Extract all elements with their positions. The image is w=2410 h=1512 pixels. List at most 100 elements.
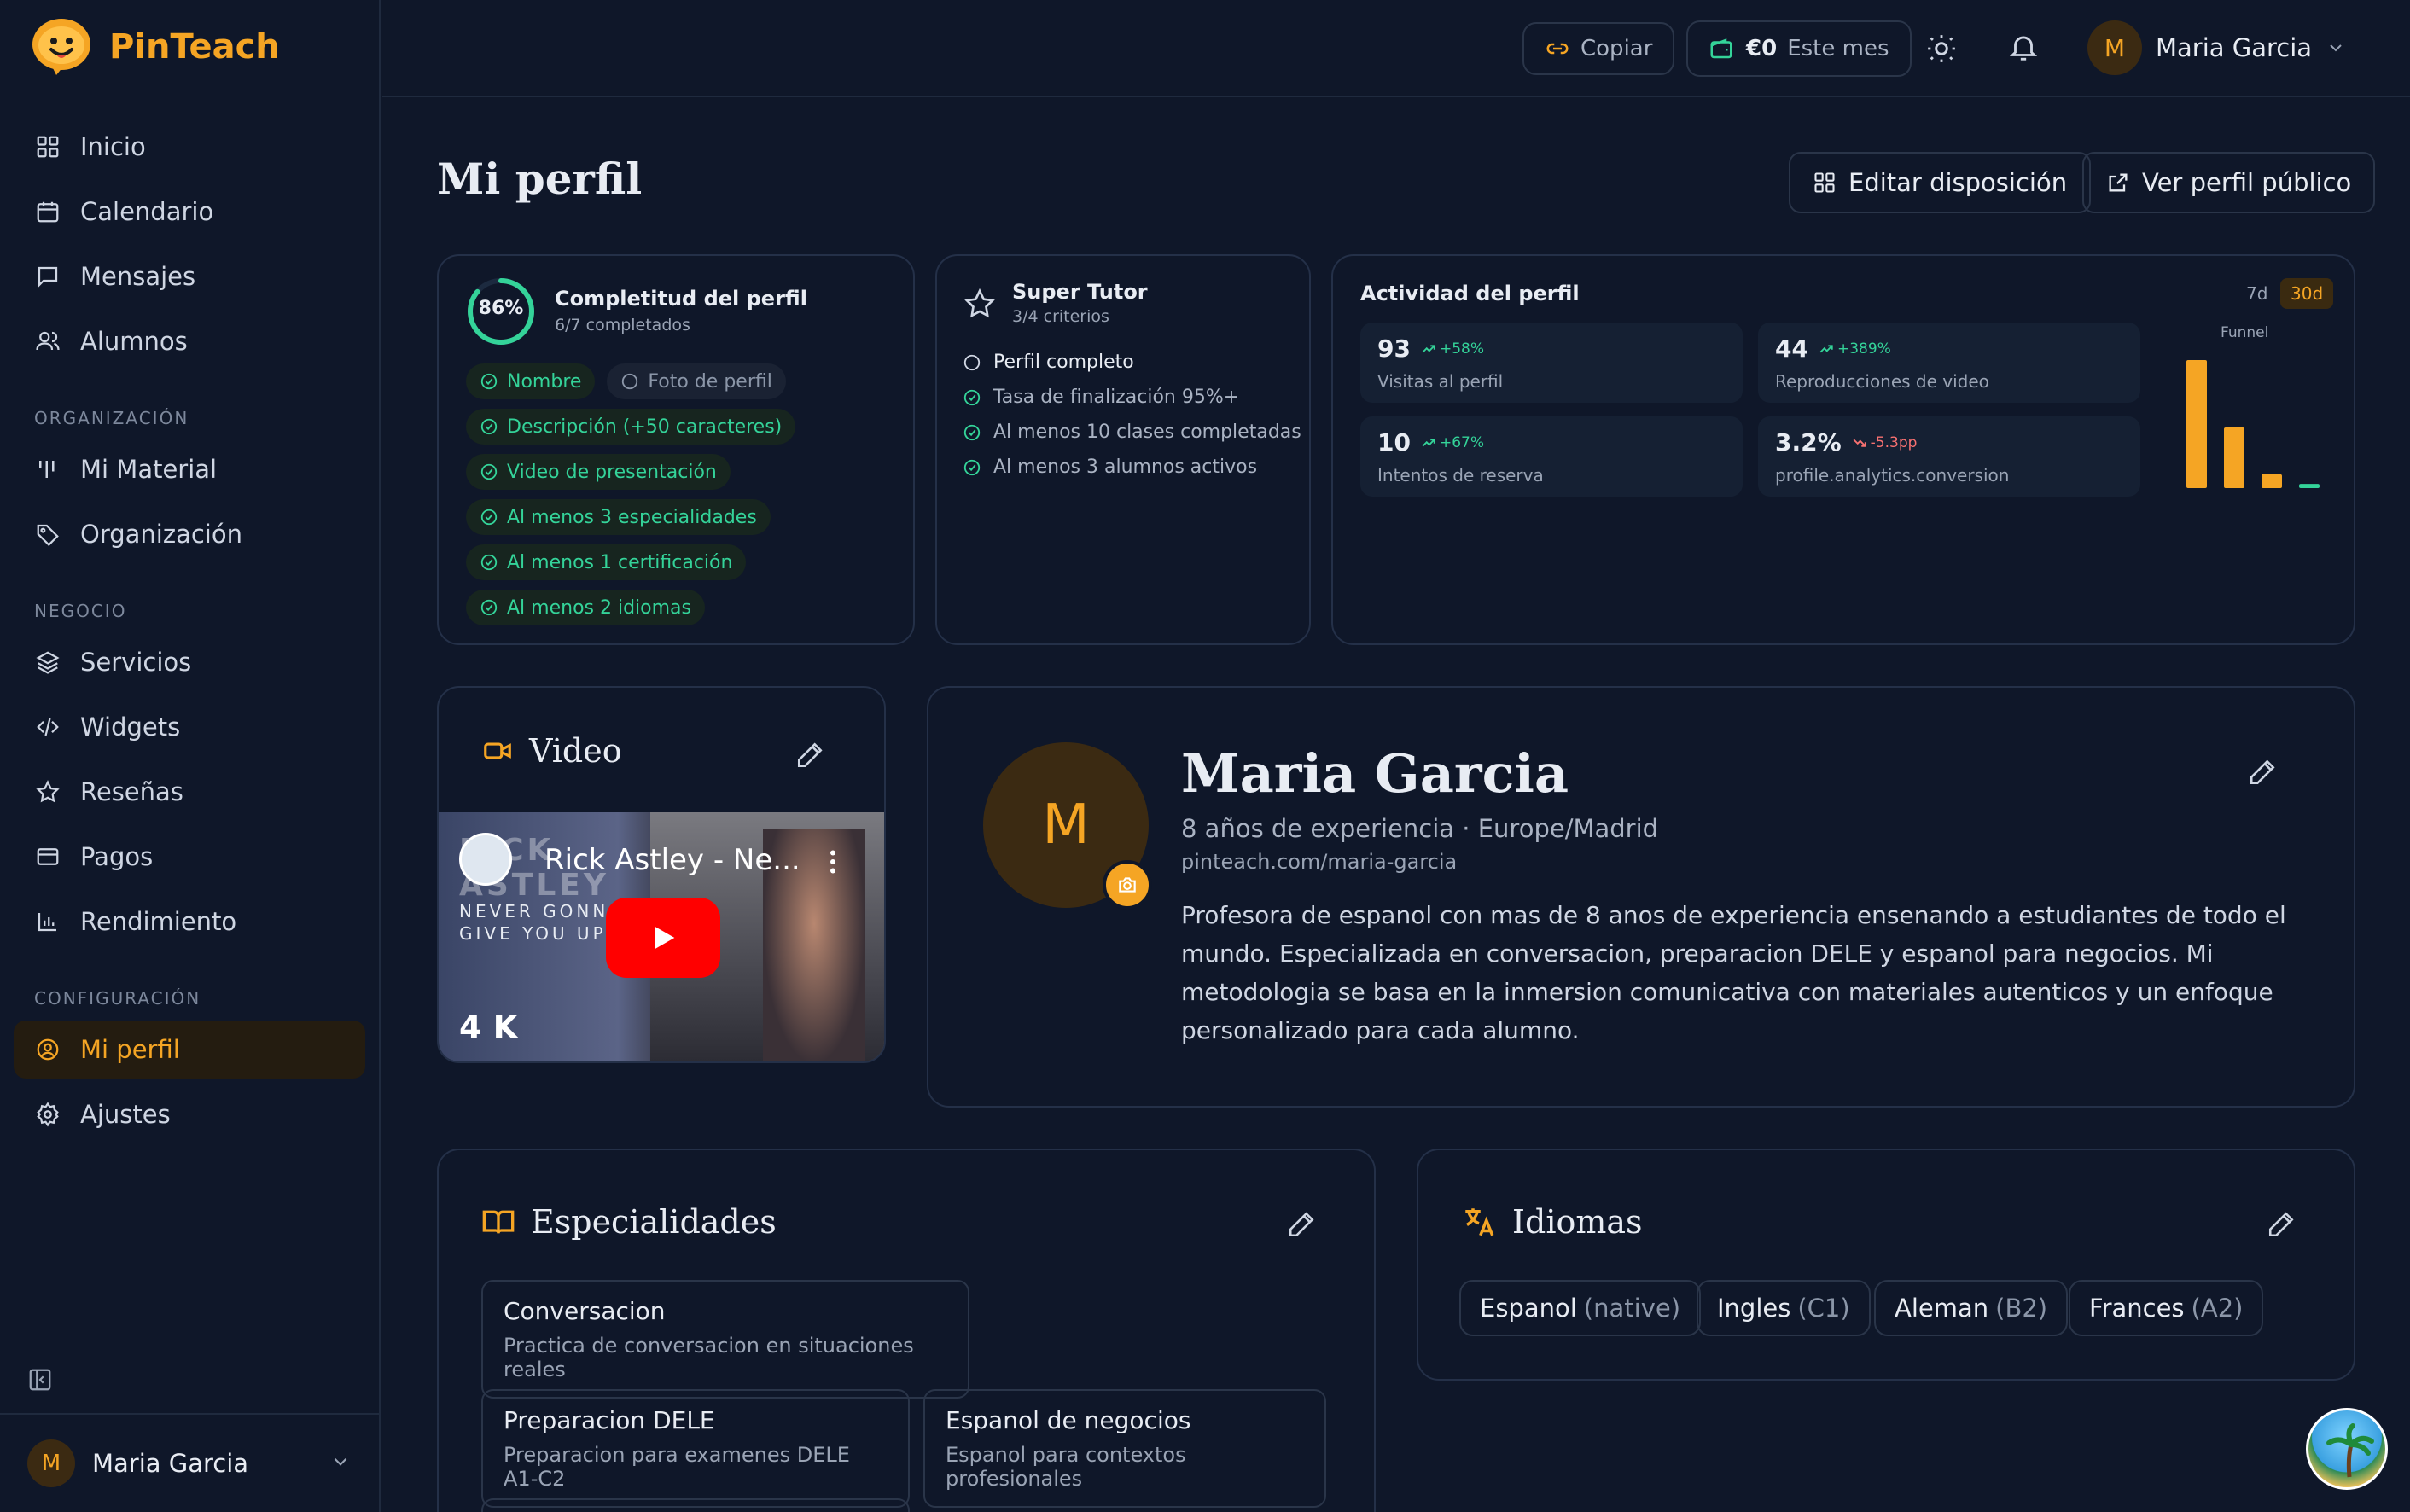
sidebar-user-name: Maria Garcia — [92, 1449, 249, 1478]
edit-profile-button[interactable] — [2248, 758, 2277, 787]
profile-name: Maria Garcia — [1181, 742, 1569, 805]
range-7d-button[interactable]: 7d — [2239, 278, 2274, 309]
app-logo[interactable]: PinTeach — [31, 17, 280, 77]
more-options-icon[interactable] — [818, 846, 848, 877]
stat-label: Intentos de reserva — [1377, 465, 1544, 486]
grid-icon — [34, 133, 61, 160]
video-quality-badge: 4 K — [459, 1009, 519, 1046]
play-button[interactable] — [606, 898, 720, 978]
range-30d-button[interactable]: 30d — [2280, 278, 2334, 309]
language-name: Ingles — [1717, 1294, 1791, 1323]
layers-icon — [34, 648, 61, 676]
language-pill[interactable]: Ingles (C1) — [1697, 1280, 1871, 1336]
collapse-sidebar-button[interactable] — [27, 1367, 53, 1393]
sidebar-item-resenas[interactable]: Reseñas — [14, 763, 365, 821]
sidebar-item-label: Rendimiento — [80, 907, 237, 936]
sidebar-item-pagos[interactable]: Pagos — [14, 828, 365, 886]
sidebar-item-mensajes[interactable]: Mensajes — [14, 247, 365, 305]
languages-title-text: Idiomas — [1512, 1203, 1643, 1241]
sidebar-item-calendario[interactable]: Calendario — [14, 183, 365, 241]
logo-icon — [32, 19, 90, 75]
specialty-item-partial[interactable] — [481, 1498, 910, 1512]
sidebar-item-label: Mi perfil — [80, 1035, 180, 1064]
channel-avatar[interactable] — [459, 833, 512, 886]
completeness-percent: 86% — [478, 298, 524, 319]
video-camera-icon — [481, 735, 514, 767]
language-pill[interactable]: Espanol (native) — [1459, 1280, 1702, 1336]
chip-nombre[interactable]: Nombre — [466, 363, 596, 399]
avatar: M — [2087, 20, 2142, 75]
stat-conversion: 3.2% -5.3pp profile.analytics.conversion — [1758, 416, 2140, 497]
sidebar-item-mi-material[interactable]: Mi Material — [14, 440, 365, 498]
page-title: Mi perfil — [437, 154, 643, 204]
sidebar-item-inicio[interactable]: Inicio — [14, 118, 365, 176]
view-public-profile-button[interactable]: Ver perfil público — [2082, 152, 2376, 213]
bar-chart-icon — [34, 908, 61, 935]
sidebar-item-mi-perfil[interactable]: Mi perfil — [14, 1021, 365, 1079]
profile-url[interactable]: pinteach.com/maria-garcia — [1181, 850, 1457, 874]
sidebar-item-organizacion[interactable]: Organización — [14, 505, 365, 563]
criterion-item: Al menos 3 alumnos activos — [963, 450, 1301, 485]
public-profile-label: Ver perfil público — [2142, 168, 2352, 197]
pencil-icon — [1289, 1212, 1314, 1237]
specialty-item[interactable]: Conversacion Practica de conversacion en… — [481, 1280, 969, 1399]
assistant-bubble[interactable] — [2306, 1408, 2388, 1490]
change-photo-button[interactable] — [1103, 860, 1152, 910]
specialty-desc: Espanol para contextos profesionales — [946, 1443, 1186, 1491]
completeness-title: Completitud del perfil — [555, 287, 807, 311]
language-level: (B2) — [1995, 1294, 2048, 1323]
sidebar-user-menu[interactable]: M Maria Garcia — [0, 1413, 381, 1512]
language-name: Aleman — [1895, 1294, 1989, 1323]
section-organizacion: ORGANIZACIÓN — [34, 408, 189, 428]
edit-specialties-button[interactable] — [1287, 1210, 1316, 1239]
stat-value: 10 — [1377, 428, 1411, 457]
theme-toggle-button[interactable] — [1925, 32, 1958, 65]
criterion-label: Al menos 3 alumnos activos — [993, 457, 1258, 478]
sidebar-item-label: Organización — [80, 520, 242, 549]
book-icon — [481, 1205, 515, 1239]
specialty-item[interactable]: Espanol de negocios Espanol para context… — [923, 1389, 1326, 1508]
pencil-icon — [2268, 1212, 2294, 1237]
sidebar-item-ajustes[interactable]: Ajustes — [14, 1085, 365, 1143]
profile-bio: Profesora de espanol con mas de 8 anos d… — [1181, 901, 2286, 1044]
message-icon — [34, 263, 61, 290]
link-icon — [1545, 36, 1570, 61]
sidebar-item-alumnos[interactable]: Alumnos — [14, 312, 365, 370]
trend-up-icon — [1422, 344, 1435, 352]
check-circle-icon — [963, 388, 981, 407]
chip-descripcion[interactable]: Descripción (+50 caracteres) — [466, 409, 796, 445]
chip-idiomas[interactable]: Al menos 2 idiomas — [466, 590, 705, 625]
stat-delta-text: +389% — [1837, 340, 1891, 358]
specialty-item[interactable]: Preparacion DELE Preparacion para examen… — [481, 1389, 910, 1508]
star-icon — [963, 287, 997, 321]
video-player[interactable]: RICK ASTLEY NEVER GONNA GIVE YOU UP Rick… — [439, 812, 884, 1061]
material-icon — [34, 456, 61, 483]
youtube-video-title[interactable]: Rick Astley - Ne... — [544, 843, 800, 877]
sidebar-item-rendimiento[interactable]: Rendimiento — [14, 893, 365, 951]
edit-video-button[interactable] — [795, 741, 824, 770]
language-pill[interactable]: Aleman (B2) — [1874, 1280, 2069, 1336]
chip-certificacion[interactable]: Al menos 1 certificación — [466, 544, 747, 580]
sidebar-item-label: Inicio — [80, 132, 146, 161]
earnings-button[interactable]: €0 Este mes — [1686, 20, 1912, 77]
completeness-card: 86% Completitud del perfil 6/7 completad… — [437, 254, 915, 645]
sidebar-item-servicios[interactable]: Servicios — [14, 633, 365, 691]
edit-languages-button[interactable] — [2267, 1210, 2296, 1239]
sidebar-item-widgets[interactable]: Widgets — [14, 698, 365, 756]
copy-link-button[interactable]: Copiar — [1522, 22, 1675, 75]
camera-icon — [1119, 877, 1136, 893]
external-link-icon — [2106, 171, 2130, 195]
user-menu[interactable]: M Maria Garcia — [2087, 20, 2346, 75]
chip-especialidades[interactable]: Al menos 3 especialidades — [466, 499, 771, 535]
specialties-card: Especialidades Conversacion Practica de … — [437, 1149, 1376, 1512]
notifications-button[interactable] — [2007, 31, 2040, 63]
users-icon — [34, 328, 61, 355]
code-icon — [34, 713, 61, 741]
edit-layout-button[interactable]: Editar disposición — [1789, 152, 2092, 213]
funnel-bar — [2299, 484, 2320, 488]
sidebar-item-label: Pagos — [80, 842, 154, 871]
chip-foto-de-perfil[interactable]: Foto de perfil — [607, 363, 786, 399]
language-pill[interactable]: Frances (A2) — [2069, 1280, 2264, 1336]
chip-video[interactable]: Video de presentación — [466, 454, 731, 490]
sidebar-item-label: Alumnos — [80, 327, 188, 356]
